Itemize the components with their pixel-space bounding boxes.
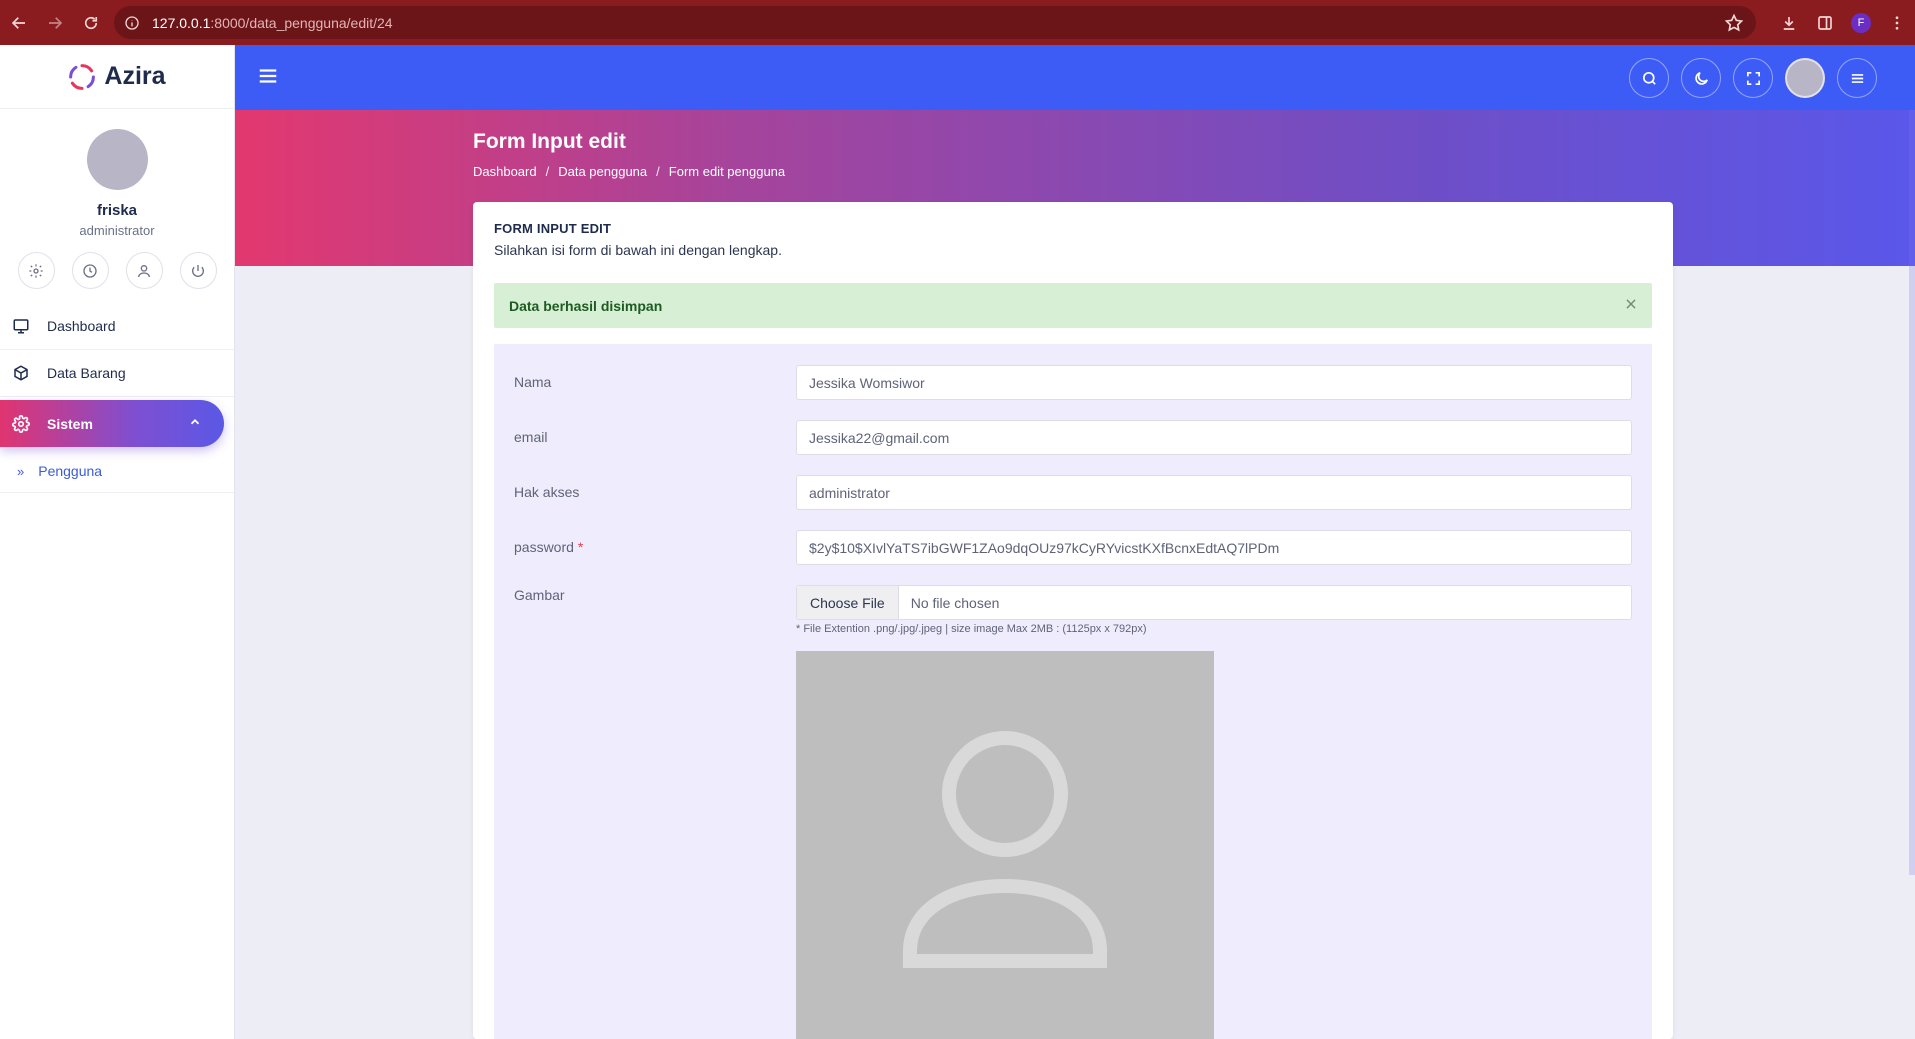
profile-button[interactable]: F — [1843, 5, 1879, 41]
file-hint: * File Extention .png/.jpg/.jpeg | size … — [796, 623, 1147, 635]
breadcrumb-separator: / — [545, 164, 550, 179]
search-icon[interactable] — [1629, 58, 1669, 98]
brand[interactable]: Azira — [0, 45, 234, 109]
sidebar-subitem-label: Pengguna — [38, 463, 103, 479]
breadcrumb-item-data-pengguna[interactable]: Data pengguna — [558, 164, 647, 179]
alert-message: Data berhasil disimpan — [509, 297, 663, 314]
sidebar-item-dashboard[interactable]: Dashboard — [0, 303, 234, 350]
page-title: Form Input edit — [473, 130, 626, 153]
choose-file-button[interactable]: Choose File — [797, 586, 899, 619]
menu-lines-icon[interactable] — [1837, 58, 1877, 98]
sidebar: Azira friska administrator Dashboard Dat… — [0, 45, 235, 1039]
url-text: 127.0.0.1:8000/data_pengguna/edit/24 — [152, 14, 393, 31]
user-name: friska — [96, 202, 138, 219]
brand-logo-icon — [69, 63, 96, 90]
dark-mode-moon-icon[interactable] — [1681, 58, 1721, 98]
sidebar-item-label: Dashboard — [47, 318, 116, 334]
top-navbar — [235, 45, 1915, 110]
site-info-icon[interactable] — [124, 15, 140, 31]
nama-input[interactable] — [796, 365, 1632, 400]
form-card: FORM INPUT EDIT Silahkan isi form di baw… — [473, 202, 1673, 1039]
brand-name: Azira — [104, 62, 166, 90]
sidebar-item-label: Sistem — [47, 415, 93, 432]
sidebar-item-label: Data Barang — [47, 365, 126, 381]
bookmark-star-icon[interactable] — [1724, 13, 1744, 33]
sidebar-item-data-barang[interactable]: Data Barang — [0, 350, 234, 397]
profile-avatar: F — [1851, 12, 1871, 33]
close-icon[interactable] — [1624, 297, 1638, 311]
browser-toolbar: 127.0.0.1:8000/data_pengguna/edit/24 F — [0, 0, 1915, 45]
card-subtitle: Silahkan isi form di bawah ini dengan le… — [494, 242, 782, 258]
success-alert: Data berhasil disimpan — [494, 283, 1652, 328]
hak-akses-input[interactable] — [796, 475, 1632, 510]
double-chevron-icon: » — [17, 463, 25, 479]
reload-icon[interactable] — [74, 6, 108, 40]
sidebar-menu: Dashboard Data Barang Sistem » Pengguna — [0, 303, 234, 493]
password-input[interactable] — [796, 530, 1632, 565]
hamburger-menu-icon[interactable] — [257, 65, 279, 87]
gambar-file-input[interactable]: Choose File No file chosen — [796, 585, 1632, 620]
gambar-label: Gambar — [514, 587, 565, 603]
hak-akses-label: Hak akses — [514, 484, 580, 500]
breadcrumb: Dashboard / Data pengguna / Form edit pe… — [473, 164, 785, 179]
breadcrumb-item-current: Form edit pengguna — [668, 164, 786, 179]
password-label: password * — [514, 539, 584, 555]
required-mark: * — [577, 539, 584, 555]
side-panel-icon[interactable] — [1807, 5, 1843, 41]
card-title: FORM INPUT EDIT — [494, 221, 612, 236]
email-label: email — [514, 429, 548, 445]
clock-icon[interactable] — [71, 252, 109, 289]
gear-icon — [12, 414, 30, 433]
settings-gear-icon[interactable] — [17, 252, 55, 289]
back-icon[interactable] — [2, 6, 36, 40]
forward-icon[interactable] — [38, 6, 72, 40]
fullscreen-icon[interactable] — [1733, 58, 1773, 98]
user-avatar — [86, 129, 148, 190]
power-icon[interactable] — [179, 252, 217, 289]
email-input[interactable] — [796, 420, 1632, 455]
chevron-up-icon — [190, 419, 200, 425]
image-preview — [796, 651, 1214, 1039]
user-placeholder-icon — [903, 731, 1107, 968]
file-name-text: No file chosen — [910, 594, 1000, 611]
box-icon — [14, 365, 28, 381]
address-bar[interactable]: 127.0.0.1:8000/data_pengguna/edit/24 — [114, 6, 1756, 39]
user-role: administrator — [79, 223, 155, 238]
breadcrumb-separator: / — [656, 164, 660, 179]
sidebar-subitem-pengguna[interactable]: » Pengguna — [0, 450, 234, 493]
edit-form: Nama email Hak akses password * Gambar C… — [494, 344, 1652, 1039]
browser-menu-icon[interactable] — [1879, 5, 1915, 41]
monitor-icon — [13, 319, 29, 334]
user-icon[interactable] — [125, 252, 163, 289]
user-avatar-button[interactable] — [1785, 58, 1825, 98]
download-icon[interactable] — [1771, 5, 1807, 41]
sidebar-item-sistem[interactable]: Sistem — [0, 400, 224, 447]
nama-label: Nama — [514, 374, 552, 390]
user-panel: friska administrator — [0, 109, 234, 289]
breadcrumb-item-dashboard[interactable]: Dashboard — [473, 164, 537, 179]
page-scrollbar[interactable] — [1909, 110, 1915, 875]
